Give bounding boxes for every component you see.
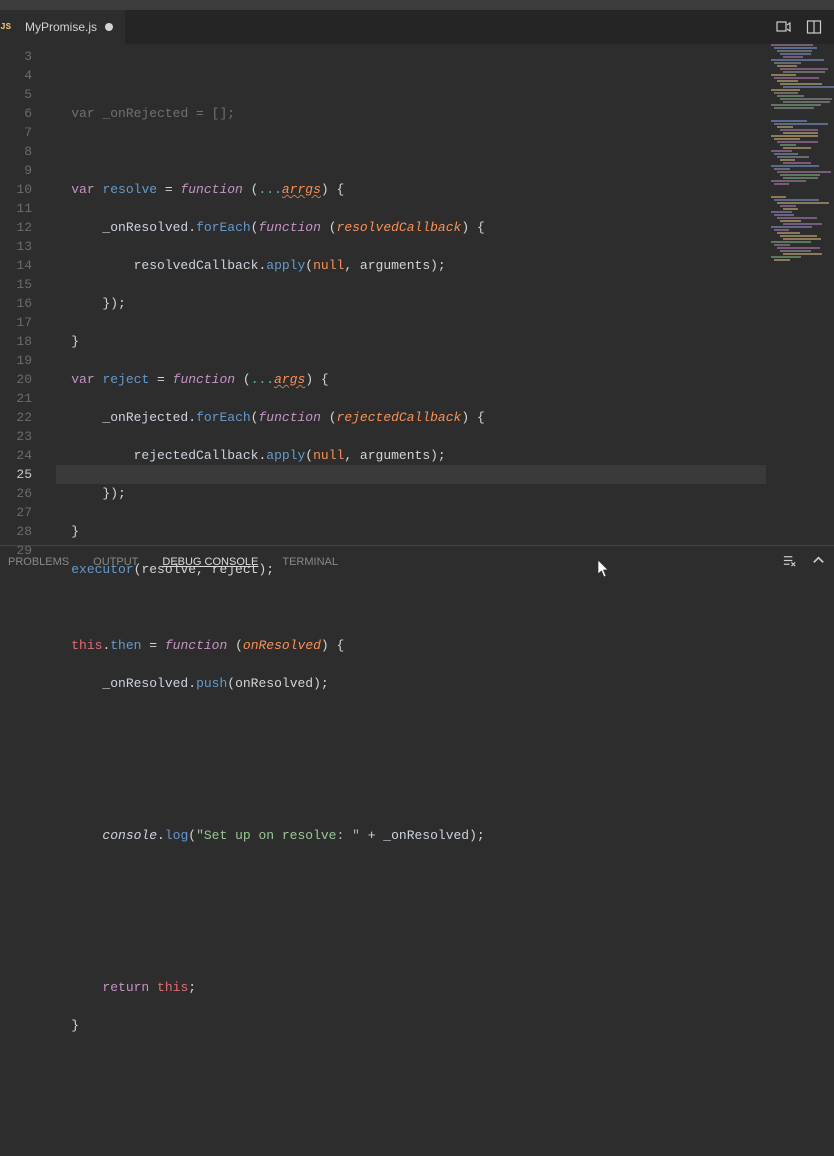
editor-actions [774,17,834,37]
js-badge-icon: JS [0,22,13,32]
tab-bar: JS MyPromise.js [0,10,834,44]
prev-tab-edge[interactable]: JS [0,10,13,44]
code-content[interactable]: var _onRejected = []; var resolve = func… [40,44,834,545]
split-editor-icon[interactable] [804,17,824,37]
line-gutter: 3456789101112131415161718192021222324252… [0,44,40,545]
view-changes-icon[interactable] [774,17,794,37]
title-bar-spacer [0,0,834,10]
tab-filename: MyPromise.js [25,20,97,34]
editor-area[interactable]: 3456789101112131415161718192021222324252… [0,44,834,545]
dirty-indicator-icon [105,23,113,31]
tab-mypromise[interactable]: MyPromise.js [13,10,125,44]
